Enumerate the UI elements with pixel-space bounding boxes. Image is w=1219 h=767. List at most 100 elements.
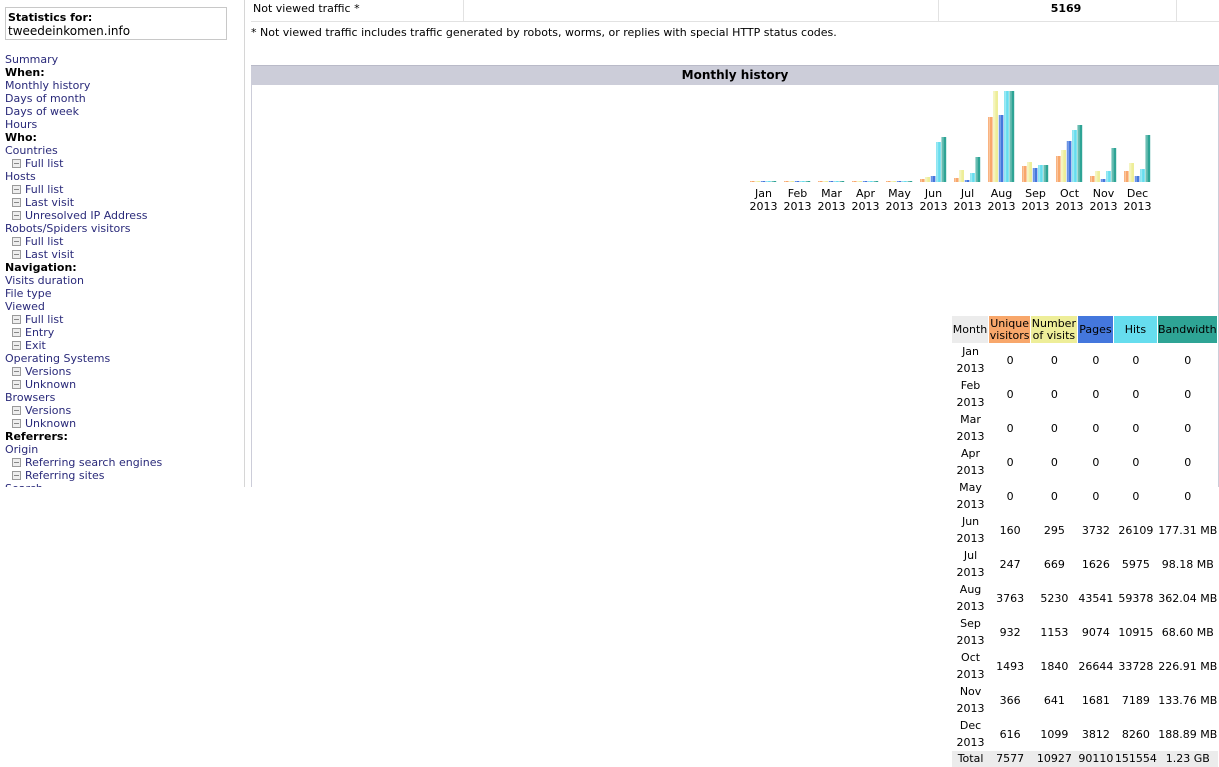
menu-link[interactable]: Days of week [5, 105, 79, 118]
menu-subitem-versions[interactable]: Versions [12, 365, 71, 378]
menu-subitem-full-list[interactable]: Full list [12, 183, 63, 196]
menu-section-label: Who: [5, 131, 37, 144]
menu-subitem-full-list[interactable]: Full list [12, 313, 63, 326]
menu-link[interactable]: Monthly history [5, 79, 90, 92]
chart-bar-highlight [834, 181, 837, 182]
menu-item-operating-systems[interactable]: Operating Systems [5, 352, 110, 365]
menu-item-hosts[interactable]: Hosts [5, 170, 36, 183]
menu-item-file-type[interactable]: File type [5, 287, 51, 300]
menu-subitem-full-list[interactable]: Full list [12, 235, 63, 248]
menu-subitem-unknown[interactable]: Unknown [12, 378, 76, 391]
monthly-history-body: Jan 2013 0 0 0 0 0 Feb 2013 0 0 0 0 0 Mar 2013 0 0 0 0 0 A… [952, 343, 1218, 767]
menu-link[interactable]: Referring sites [25, 469, 105, 482]
menu-item-days-of-month[interactable]: Days of month [5, 92, 86, 105]
menu-item-days-of-week[interactable]: Days of week [5, 105, 79, 118]
cell-visits: 669 [1043, 557, 1065, 571]
menu-link[interactable]: Visits duration [5, 274, 84, 287]
table-row: Feb 2013 0 0 0 0 0 [952, 377, 1218, 411]
menu-link[interactable]: Full list [25, 313, 63, 326]
list-bullet-icon [12, 471, 21, 480]
cell-unique: 0 [1006, 455, 1014, 469]
chart-bar-highlight [1056, 156, 1058, 182]
chart-bar-highlight [818, 181, 820, 182]
chart-bar-highlight [988, 117, 990, 182]
menu-link[interactable]: Unknown [25, 378, 76, 391]
chart-month-label: Aug [991, 187, 1012, 200]
chart-year-label: 2013 [988, 200, 1016, 213]
menu-subitem-unresolved-ip-address[interactable]: Unresolved IP Address [12, 209, 148, 222]
cell-visits: 295 [1043, 523, 1065, 537]
table-row: Dec 2013 616 1099 3812 8260 188.89 MB [952, 717, 1218, 751]
cell-month: Jun 2013 [956, 515, 985, 545]
menu-subitem-full-list[interactable]: Full list [12, 157, 63, 170]
menu-item-countries[interactable]: Countries [5, 144, 58, 157]
menu-item-visits-duration[interactable]: Visits duration [5, 274, 84, 287]
menu-subitem-referring-search-engines[interactable]: Referring search engines [12, 456, 162, 469]
chart-bar-highlight [1022, 166, 1024, 182]
menu-subitem-unknown[interactable]: Unknown [12, 417, 76, 430]
menu-subitem-last-visit[interactable]: Last visit [12, 248, 74, 261]
menu-link[interactable]: Last visit [25, 248, 74, 261]
menu-link[interactable]: Unknown [25, 417, 76, 430]
cell-month: May 2013 [956, 481, 985, 511]
menu-item-robots-spiders-visitors[interactable]: Robots/Spiders visitors [5, 222, 131, 235]
menu-link[interactable]: Full list [25, 183, 63, 196]
menu-item-origin[interactable]: Origin [5, 443, 38, 456]
menu-link[interactable]: Entry [25, 326, 54, 339]
table-row: Jul 2013 247 669 1626 5975 98.18 MB [952, 547, 1218, 581]
menu-link[interactable]: File type [5, 287, 51, 300]
list-bullet-icon [12, 380, 21, 389]
menu-section-label: Navigation: [5, 261, 77, 274]
chart-month-label: Jul [960, 187, 974, 200]
menu-link[interactable]: Last visit [25, 196, 74, 209]
menu-link[interactable]: Summary [5, 53, 58, 66]
menu-subitem-entry[interactable]: Entry [12, 326, 54, 339]
cell-visits: 0 [1050, 489, 1058, 503]
menu-link[interactable]: Full list [25, 157, 63, 170]
menu-item-hours[interactable]: Hours [5, 118, 37, 131]
cell-hits: 26109 [1118, 523, 1154, 537]
menu-link[interactable]: Exit [25, 339, 46, 352]
menu-item-summary[interactable]: Summary [5, 53, 58, 66]
menu-link[interactable]: Operating Systems [5, 352, 110, 365]
menu-link[interactable]: Days of month [5, 92, 86, 105]
chart-bar-highlight [897, 181, 899, 182]
menu-link[interactable]: Search [5, 482, 43, 487]
site-name: tweedeinkomen.info [8, 24, 131, 38]
menu-link[interactable]: Hours [5, 118, 37, 131]
menu-link[interactable]: Versions [25, 404, 71, 417]
menu-link[interactable]: Countries [5, 144, 58, 157]
cell-hits: 0 [1132, 455, 1140, 469]
menu-link[interactable]: Referring search engines [25, 456, 162, 469]
menu-link[interactable]: Full list [25, 235, 63, 248]
menu-subitem-referring-sites[interactable]: Referring sites [12, 469, 105, 482]
chart-bar-highlight [800, 181, 803, 182]
cell-pages: 9074 [1081, 625, 1110, 639]
menu-subitem-versions[interactable]: Versions [12, 404, 71, 417]
menu-section-who: Who: [5, 131, 37, 144]
menu-item-monthly-history[interactable]: Monthly history [5, 79, 90, 92]
menu-link[interactable]: Viewed [5, 300, 45, 313]
menu-item-search[interactable]: Search [5, 482, 43, 487]
cell-pages: 0 [1092, 353, 1100, 367]
menu-link[interactable]: Versions [25, 365, 71, 378]
column-divider [463, 0, 464, 21]
menu-item-viewed[interactable]: Viewed [5, 300, 45, 313]
chart-bar-highlight [942, 137, 944, 182]
cell-hits: 33728 [1118, 659, 1154, 673]
chart-bar-highlight [908, 181, 910, 182]
menu-link[interactable]: Unresolved IP Address [25, 209, 148, 222]
menu-subitem-exit[interactable]: Exit [12, 339, 46, 352]
menu-subitem-last-visit[interactable]: Last visit [12, 196, 74, 209]
table-row: Aug 2013 3763 5230 43541 59378 362.04 MB [952, 581, 1218, 615]
cell-bandwidth: 226.91 MB [1158, 659, 1218, 673]
chart-year-label: 2013 [818, 200, 846, 213]
menu-link[interactable]: Robots/Spiders visitors [5, 222, 131, 235]
menu-link[interactable]: Origin [5, 443, 38, 456]
cell-month: Jan 2013 [956, 345, 985, 375]
menu-link[interactable]: Hosts [5, 170, 36, 183]
not-viewed-traffic-row: Not viewed traffic * 5169 [251, 0, 1219, 22]
menu-link[interactable]: Browsers [5, 391, 55, 404]
chart-bar-highlight [1130, 163, 1132, 182]
menu-item-browsers[interactable]: Browsers [5, 391, 55, 404]
